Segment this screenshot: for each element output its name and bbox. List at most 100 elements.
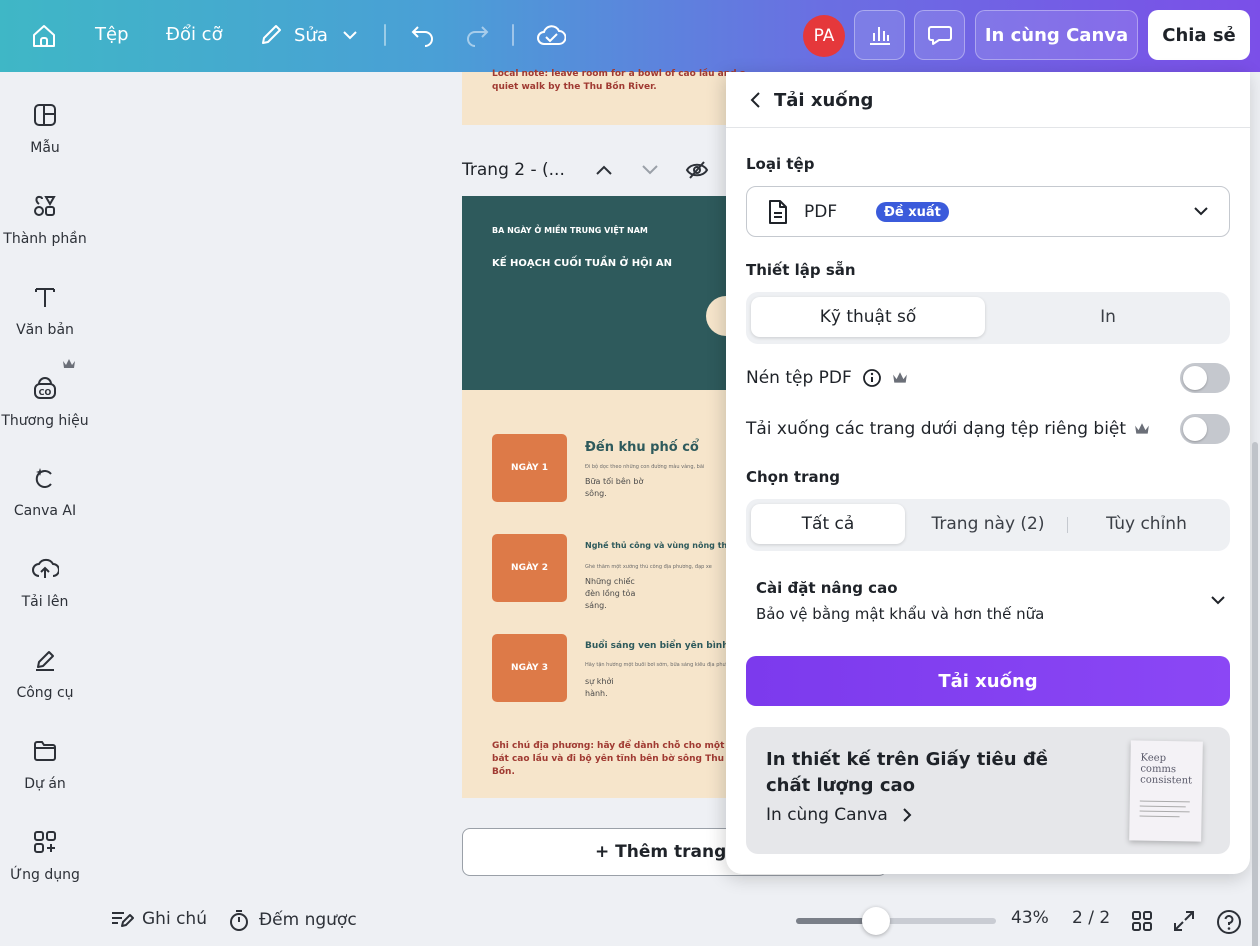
undo-icon <box>411 26 433 47</box>
sidebar-item-canva-ai[interactable]: Canva AI <box>0 463 90 519</box>
page-title[interactable]: Trang 2 - (... <box>462 160 565 180</box>
print-with-canva-button[interactable]: In cùng Canva <box>975 10 1138 60</box>
ai-icon <box>30 463 60 493</box>
timer-button[interactable]: Đếm ngược <box>228 908 357 932</box>
template-icon <box>30 100 60 130</box>
analytics-button[interactable] <box>854 10 905 60</box>
zoom-slider-handle[interactable] <box>862 907 890 935</box>
resize-menu[interactable]: Đổi cỡ <box>166 24 223 45</box>
help-icon <box>1217 910 1241 934</box>
comments-button[interactable] <box>914 10 965 60</box>
undo-button[interactable] <box>410 23 436 47</box>
file-type-select[interactable]: PDF Đề xuất <box>746 186 1230 237</box>
sidebar-item-tools[interactable]: Công cụ <box>0 645 90 701</box>
crown-icon <box>63 359 75 368</box>
back-arrow-icon[interactable] <box>748 90 764 110</box>
download-button[interactable]: Tải xuống <box>746 656 1230 706</box>
page-2-header: Trang 2 - (... <box>462 160 709 180</box>
chevron-up-icon[interactable] <box>595 164 613 176</box>
grid-icon <box>1132 911 1152 931</box>
local-note[interactable]: Ghi chú địa phương: hãy để dành chỗ cho … <box>492 740 742 779</box>
save-status-button[interactable] <box>536 22 566 48</box>
separate-files-toggle[interactable] <box>1180 414 1230 444</box>
preset-digital[interactable]: Kỹ thuật số <box>751 297 985 337</box>
info-icon[interactable] <box>862 368 882 388</box>
pages-current[interactable]: Trang này (2) <box>909 504 1067 544</box>
download-panel: Tải xuống Loại tệp PDF Đề xuất Thiết lập… <box>726 72 1250 874</box>
grid-view-button[interactable] <box>1131 910 1153 932</box>
sidebar-item-text[interactable]: Văn bản <box>0 282 90 338</box>
notes-button[interactable]: Ghi chú <box>110 908 207 930</box>
home-button[interactable] <box>30 23 58 49</box>
redo-icon <box>467 26 489 47</box>
day-heading[interactable]: Buổi sáng ven biển yên bình <box>585 641 729 651</box>
home-icon <box>33 25 55 47</box>
page-header-band: BA NGÀY Ở MIỀN TRUNG VIỆT NAM KẾ HOẠCH C… <box>462 196 762 390</box>
help-button[interactable] <box>1216 909 1242 935</box>
pencil-icon <box>262 25 281 44</box>
print-promo-card[interactable]: In thiết kế trên Giấy tiêu đề chất lượng… <box>746 727 1230 854</box>
folder-icon <box>30 736 60 766</box>
print-with-canva-link[interactable]: In cùng Canva <box>766 805 912 825</box>
elements-icon <box>30 191 60 221</box>
page-1-thumbnail[interactable]: Local note: leave room for a bowl of cao… <box>462 69 762 125</box>
crown-icon <box>892 372 907 383</box>
day-tag[interactable]: NGÀY 2 <box>492 534 567 602</box>
cloud-check-icon <box>537 25 566 45</box>
tools-icon <box>30 645 60 675</box>
day-tag[interactable]: NGÀY 3 <box>492 634 567 702</box>
chevron-down-icon <box>1211 596 1225 605</box>
day-heading[interactable]: Đến khu phố cổ <box>585 440 699 455</box>
day-tag[interactable]: NGÀY 1 <box>492 434 567 502</box>
panel-title: Tải xuống <box>774 90 874 111</box>
notes-icon <box>112 912 134 927</box>
preset-segmented-control: Kỹ thuật số In <box>746 292 1230 344</box>
pages-segmented-control: Tất cả Trang này (2) Tùy chỉnh <box>746 499 1230 551</box>
pages-all[interactable]: Tất cả <box>751 504 905 544</box>
sidebar-item-uploads[interactable]: Tải lên <box>0 554 90 610</box>
toolbar-divider <box>384 24 386 46</box>
comment-icon <box>927 26 952 45</box>
advanced-settings-expander[interactable]: Cài đặt nâng cao Bảo vệ bằng mật khẩu và… <box>756 577 1226 631</box>
day-text: sự khởi hành. <box>585 677 614 698</box>
file-menu[interactable]: Tệp <box>95 24 129 45</box>
chevron-right-icon <box>903 808 912 822</box>
preset-print[interactable]: In <box>991 297 1225 337</box>
zoom-level[interactable]: 43% <box>1011 908 1049 928</box>
page-2-canvas[interactable]: BA NGÀY Ở MIỀN TRUNG VIỆT NAM KẾ HOẠCH C… <box>462 196 762 798</box>
sidebar-item-elements[interactable]: Thành phần <box>0 191 90 247</box>
pages-label: Chọn trang <box>746 468 840 486</box>
share-button[interactable]: Chia sẻ <box>1148 10 1250 60</box>
letterhead-preview-image: Keep comms consistent <box>1129 740 1203 842</box>
document-icon <box>769 200 787 224</box>
sidebar-item-apps[interactable]: Ứng dụng <box>0 827 90 883</box>
left-sidebar: Mẫu Thành phần Văn bản CO Thương hiệu Ca… <box>0 72 90 946</box>
compress-pdf-toggle[interactable] <box>1180 363 1230 393</box>
fullscreen-button[interactable] <box>1173 910 1195 932</box>
zoom-slider[interactable] <box>796 918 996 924</box>
bar-chart-icon <box>869 27 890 45</box>
separate-files-option: Tải xuống các trang dưới dạng tệp riêng … <box>746 413 1230 445</box>
compress-pdf-option: Nén tệp PDF <box>746 362 1230 394</box>
chevron-down-icon[interactable] <box>641 164 659 176</box>
upload-icon <box>30 554 60 584</box>
brand-icon: CO <box>30 373 60 403</box>
avatar[interactable]: PA <box>803 15 845 57</box>
redo-button[interactable] <box>464 23 490 47</box>
recommended-badge: Đề xuất <box>876 202 949 222</box>
top-toolbar: Tệp Đổi cỡ Sửa PA In cùng Canva Chia sẻ <box>0 0 1260 72</box>
panel-header: Tải xuống <box>726 72 1250 128</box>
crown-icon <box>1135 423 1149 434</box>
sidebar-item-projects[interactable]: Dự án <box>0 736 90 792</box>
pages-custom[interactable]: Tùy chỉnh <box>1068 504 1225 544</box>
day-text: Những chiếc đèn lồng tỏa sáng. <box>585 577 636 610</box>
apps-icon <box>30 827 60 857</box>
edit-menu[interactable]: Sửa <box>258 22 358 48</box>
page-counter[interactable]: 2 / 2 <box>1072 908 1110 928</box>
sidebar-item-brand[interactable]: CO Thương hiệu <box>0 373 90 429</box>
file-type-label: Loại tệp <box>746 155 815 173</box>
day-detail: Đi bộ dọc theo những con đường màu vàng,… <box>585 464 705 470</box>
page-scrollbar[interactable] <box>1250 72 1260 946</box>
eye-hide-icon[interactable] <box>685 160 709 180</box>
sidebar-item-templates[interactable]: Mẫu <box>0 100 90 156</box>
